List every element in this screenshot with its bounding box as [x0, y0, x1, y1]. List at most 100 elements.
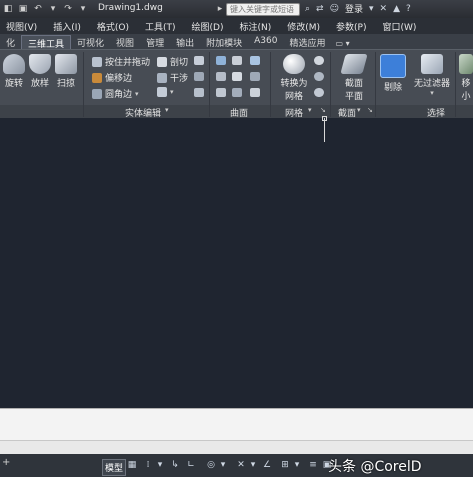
gizmo-label-2: 小 [461, 92, 471, 102]
chevron-right-icon[interactable]: ▸ [214, 3, 226, 15]
login-button[interactable]: 登录 [345, 2, 363, 15]
surface-blend-icon[interactable] [250, 56, 260, 65]
revolve-button[interactable]: 旋转 [0, 54, 28, 89]
3d-osnap-icon[interactable]: ∠ [262, 460, 272, 470]
surface-patch-icon[interactable] [216, 72, 226, 81]
mesh-smooth-icon[interactable] [314, 56, 324, 65]
redo-icon[interactable]: ↷ [62, 3, 74, 15]
surface-sculpt-icon[interactable] [250, 88, 260, 97]
chevron-down-icon[interactable]: ▾ [165, 106, 169, 114]
surface-trim-icon[interactable] [216, 88, 226, 97]
tab-visualize[interactable]: 可视化 [71, 35, 110, 49]
binoculars-icon[interactable]: ⌕ [305, 4, 310, 14]
model-space-button[interactable]: 模型 [102, 459, 127, 476]
interfere-button[interactable]: 干涉 [157, 71, 188, 84]
tab-featured-apps[interactable]: 精选应用 [283, 35, 331, 49]
snap-icon[interactable]: ⁞ [143, 460, 153, 470]
surface-network-icon[interactable] [216, 56, 226, 65]
infer-constraints-icon[interactable]: ↳ [170, 460, 180, 470]
chevron-down-icon[interactable]: ▾ [369, 4, 374, 14]
tab-addins[interactable]: 附加模块 [200, 35, 248, 49]
imprint-icon[interactable] [194, 72, 204, 81]
chevron-down-icon[interactable]: ▾ [218, 460, 228, 470]
chevron-down-icon[interactable]: ▾ [308, 106, 312, 114]
ribbon-tabs: 化 三维工具 可视化 视图 管理 输出 附加模块 A360 精选应用 ▭ ▾ [0, 34, 473, 50]
fillet-edge-button[interactable]: 圆角边 ▾ [92, 87, 139, 100]
separate-icon[interactable] [194, 88, 204, 97]
mesh-refine-icon[interactable] [314, 72, 324, 81]
sweep-button[interactable]: 扫掠 [52, 54, 80, 89]
dialog-launcher-icon[interactable]: ↘ [367, 106, 373, 114]
menu-format[interactable]: 格式(O) [91, 20, 139, 33]
separator [209, 52, 210, 117]
menu-tools[interactable]: 工具(T) [139, 20, 186, 33]
dialog-launcher-icon[interactable]: ↘ [320, 106, 326, 114]
exchange-icon[interactable]: ⇄ [316, 4, 324, 14]
command-input[interactable] [0, 440, 473, 454]
lineweight-icon[interactable]: ≡ [308, 460, 318, 470]
osnap-icon[interactable]: ✕ [236, 460, 246, 470]
surface-offset-icon[interactable] [232, 72, 242, 81]
command-history[interactable] [0, 408, 473, 440]
save-icon[interactable]: ▣ [17, 3, 29, 15]
search-input[interactable]: 键入关键字或短语 [226, 3, 300, 16]
drawing-canvas[interactable] [0, 118, 473, 408]
extract-edges-icon[interactable] [194, 56, 204, 65]
offset-edge-button[interactable]: 偏移边 [92, 71, 132, 84]
tab-view[interactable]: 视图 [110, 35, 140, 49]
gizmo-button[interactable]: 移 小 [458, 54, 473, 102]
dropdown-icon[interactable]: ▾ [47, 3, 59, 15]
menu-window[interactable]: 窗口(W) [376, 20, 426, 33]
open-icon[interactable]: ◧ [2, 3, 14, 15]
tab-3d-tools[interactable]: 三维工具 [21, 35, 72, 50]
ribbon-toggle-button[interactable]: ▭ ▾ [331, 38, 353, 49]
undo-icon[interactable]: ↶ [32, 3, 44, 15]
chevron-down-icon[interactable]: ▾ [248, 460, 258, 470]
sphere-mesh-icon [283, 54, 305, 74]
chevron-down-icon[interactable]: ▾ [410, 89, 454, 97]
tab-output[interactable]: 输出 [170, 35, 200, 49]
chevron-down-icon[interactable]: ▾ [292, 460, 302, 470]
no-filter-button[interactable]: 无过滤器 ▾ [410, 54, 454, 97]
quick-access-toolbar: ◧ ▣ ↶ ▾ ↷ ▾ [0, 3, 89, 15]
menu-view[interactable]: 视图(V) [0, 20, 47, 33]
surface-extend-icon[interactable] [232, 88, 242, 97]
grid-icon[interactable]: ▦ [127, 460, 137, 470]
tab-a360[interactable]: A360 [248, 35, 283, 49]
app-store-icon[interactable]: ✕ [380, 4, 388, 14]
cull-button[interactable]: 剔除 [378, 54, 408, 93]
chevron-down-icon[interactable]: ▾ [155, 460, 165, 470]
chevron-down-icon[interactable]: ▾ [357, 106, 361, 114]
mesh-crease-icon[interactable] [314, 88, 324, 97]
polar-icon[interactable]: ◎ [206, 460, 216, 470]
slice-button[interactable]: 剖切 [157, 55, 188, 68]
loft-button[interactable]: 放样 [26, 54, 54, 89]
menu-draw[interactable]: 绘图(D) [186, 20, 234, 33]
user-icon[interactable]: ☺ [330, 4, 339, 14]
menu-parameter[interactable]: 参数(P) [330, 20, 376, 33]
otrack-icon[interactable]: ⊞ [280, 460, 290, 470]
separator [375, 52, 376, 117]
help-icon[interactable]: ? [406, 4, 411, 14]
autodesk-icon[interactable]: ▲ [393, 4, 400, 14]
presspull-icon [92, 56, 102, 67]
menu-dimension[interactable]: 标注(N) [233, 20, 281, 33]
ortho-icon[interactable]: ∟ [186, 460, 196, 470]
presspull-button[interactable]: 按住并拖动 [92, 55, 150, 68]
tab-partial[interactable]: 化 [0, 35, 21, 49]
solid-edit-more-button[interactable]: ▾ [157, 87, 174, 97]
add-layout-tab[interactable]: + [2, 457, 10, 468]
surface-loft-icon[interactable] [232, 56, 242, 65]
chevron-down-icon[interactable]: ▾ [170, 88, 174, 96]
menu-modify[interactable]: 修改(M) [281, 20, 330, 33]
separator [455, 52, 456, 117]
ribbon-panel: 旋转 放样 扫掠 按住并拖动 偏移边 圆角边 ▾ 剖切 干涉 ▾ 实体编辑 ▾ … [0, 49, 473, 119]
convert-to-mesh-button[interactable]: 转换为 网格 [278, 54, 310, 102]
menu-insert[interactable]: 插入(I) [47, 20, 91, 33]
section-plane-button[interactable]: 截面 平面 [338, 54, 370, 102]
offset-edge-icon [92, 72, 102, 83]
tab-manage[interactable]: 管理 [140, 35, 170, 49]
surface-fillet-icon[interactable] [250, 72, 260, 81]
chevron-down-icon[interactable]: ▾ [135, 90, 139, 98]
dropdown-icon[interactable]: ▾ [77, 3, 89, 15]
